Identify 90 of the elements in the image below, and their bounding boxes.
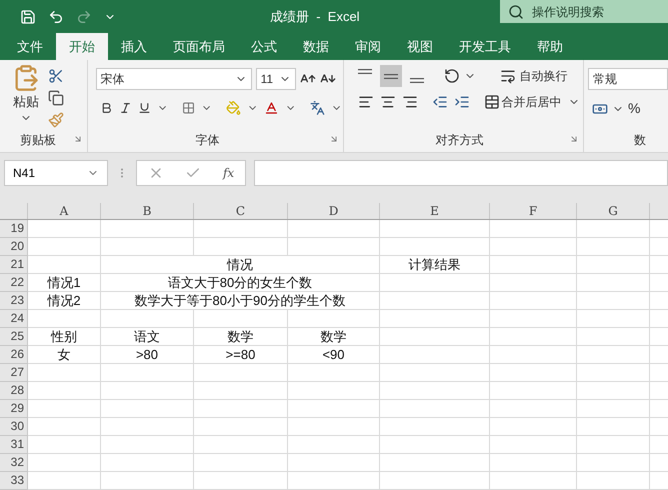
row-header[interactable]: 23 [0, 292, 28, 310]
row-header[interactable]: 19 [0, 220, 28, 238]
percent-button[interactable]: % [628, 98, 640, 119]
table-cell: 情况2 [28, 292, 101, 310]
align-lines-icon [358, 69, 372, 74]
wrap-text-button[interactable]: 自动换行 [520, 67, 568, 85]
row-header[interactable]: 20 [0, 238, 28, 256]
row-header[interactable]: 21 [0, 256, 28, 274]
table-cell: >80 [101, 346, 194, 364]
copy-icon[interactable] [48, 90, 64, 106]
font-color-icon[interactable] [264, 100, 280, 116]
column-header[interactable]: C [194, 203, 288, 219]
table-cell: >=80 [194, 346, 288, 364]
row-header[interactable]: 30 [0, 418, 28, 436]
column-header[interactable]: D [288, 203, 380, 219]
increase-indent-icon[interactable] [454, 94, 470, 110]
row-header[interactable]: 24 [0, 310, 28, 328]
column-header[interactable]: F [490, 203, 577, 219]
merged-cell: 数学大于等于80小于90分的学生个数 [101, 292, 380, 310]
undo-icon[interactable] [48, 8, 64, 24]
fill-color-icon[interactable] [226, 100, 242, 116]
dialog-launcher-icon[interactable] [569, 134, 579, 144]
bold-icon[interactable] [100, 101, 113, 115]
column-header[interactable]: E [380, 203, 490, 219]
vertical-align-button[interactable] [380, 65, 402, 87]
align-lines-icon [384, 74, 398, 78]
row-header[interactable]: 29 [0, 400, 28, 418]
table-cell: 数学 [288, 328, 380, 346]
merged-cell: 语文大于80分的女生个数 [101, 274, 380, 292]
dialog-launcher-icon[interactable] [328, 134, 339, 144]
borders-icon[interactable] [182, 101, 196, 115]
row-header[interactable]: 22 [0, 274, 28, 292]
ribbon-tab[interactable]: 开发工具 [446, 33, 524, 60]
table-cell: 计算结果 [380, 256, 490, 274]
row-header[interactable]: 33 [0, 472, 28, 490]
row-header[interactable]: 26 [0, 346, 28, 364]
align-center-icon[interactable] [380, 94, 396, 110]
font-name-field[interactable]: 宋体 [96, 68, 252, 90]
formula-input[interactable] [254, 160, 668, 186]
group-label: 剪贴板 [20, 132, 56, 149]
group-label: 字体 [196, 132, 220, 149]
ribbon-tab[interactable]: 页面布局 [160, 33, 238, 60]
ribbon-tab[interactable]: 审阅 [342, 33, 394, 60]
table-cell: 语文 [101, 328, 194, 346]
column-header[interactable]: A [28, 203, 101, 219]
ribbon-tab[interactable]: 帮助 [524, 33, 576, 60]
row-header[interactable]: 27 [0, 364, 28, 382]
number-format-field[interactable]: 常规 [588, 68, 668, 90]
table-cell: 数学 [194, 328, 288, 346]
window-title: 成绩册 - Excel [270, 8, 360, 26]
row-header[interactable]: 31 [0, 436, 28, 454]
merged-cell: 情况 [101, 256, 380, 274]
row-header[interactable]: 28 [0, 382, 28, 400]
ribbon-tab[interactable]: 视图 [394, 33, 446, 60]
group-label: 对齐方式 [436, 132, 484, 149]
column-header[interactable]: B [101, 203, 194, 219]
table-cell: 性别 [28, 328, 101, 346]
decrease-indent-icon[interactable] [432, 94, 448, 110]
search-icon [508, 4, 524, 20]
insert-function-button[interactable]: fx [222, 164, 234, 182]
phonetic-icon[interactable] [310, 100, 326, 116]
table-cell: <90 [288, 346, 380, 364]
save-icon[interactable] [20, 8, 36, 24]
orientation-icon[interactable] [444, 68, 460, 84]
italic-icon[interactable] [118, 101, 132, 115]
row-header[interactable]: 25 [0, 328, 28, 346]
table-cell: 情况1 [28, 274, 101, 292]
dialog-launcher-icon[interactable] [72, 134, 83, 144]
ribbon-tab[interactable]: 数据 [290, 33, 342, 60]
ribbon-tab[interactable]: 插入 [108, 33, 160, 60]
align-left-icon[interactable] [358, 94, 374, 110]
merge-icon[interactable] [484, 94, 500, 110]
search-placeholder: 操作说明搜索 [532, 4, 604, 20]
group-label: 数 [634, 132, 646, 149]
font-size-field[interactable]: 11 [256, 68, 296, 90]
align-right-icon[interactable] [402, 94, 418, 110]
search-field[interactable]: 操作说明搜索 [500, 0, 668, 23]
table-cell: 女 [28, 346, 101, 364]
paste-button[interactable]: 粘贴 [13, 92, 39, 112]
underline-icon[interactable] [138, 101, 151, 115]
column-header[interactable]: G [577, 203, 650, 219]
cut-icon[interactable] [48, 68, 64, 84]
name-box[interactable]: N41 [4, 160, 108, 186]
ribbon-tab[interactable]: 开始 [56, 33, 108, 60]
align-lines-icon [410, 78, 424, 83]
row-header[interactable]: 32 [0, 454, 28, 472]
merge-center-button[interactable]: 合并后居中 [502, 93, 562, 111]
ribbon-tab[interactable]: 文件 [4, 33, 56, 60]
ribbon-tab[interactable]: 公式 [238, 33, 290, 60]
wrap-text-icon[interactable] [500, 68, 516, 84]
